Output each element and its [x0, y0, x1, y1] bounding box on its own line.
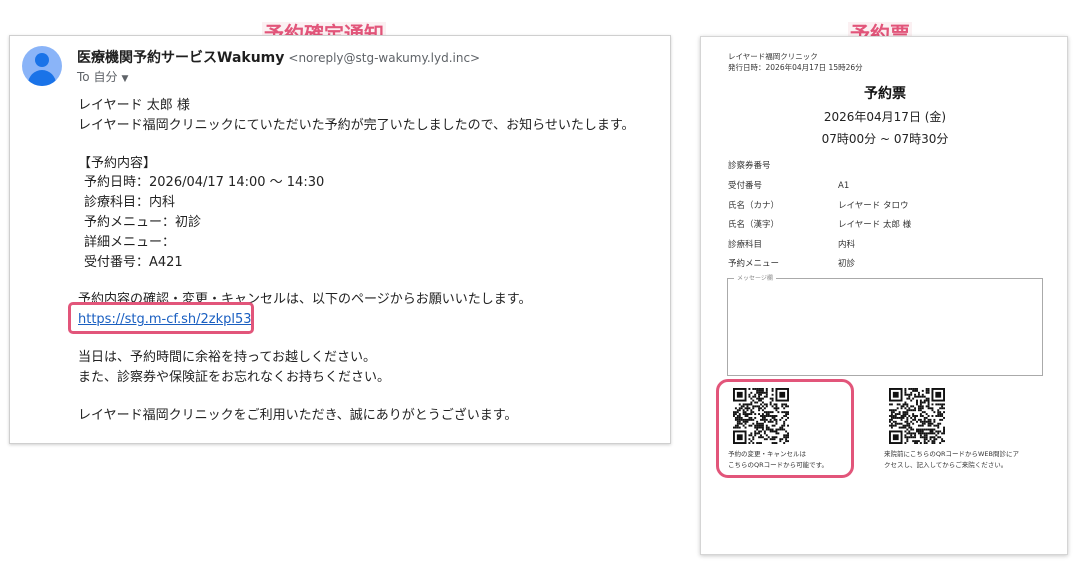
greeting: レイヤード 太郎 様 [78, 98, 190, 113]
ticket-row: 受付番号 A1 [728, 181, 850, 191]
email-body: レイヤード 太郎 様 レイヤード福岡クリニックにていただいた予約が完了いたしまし… [78, 96, 658, 425]
link-highlight [68, 302, 254, 334]
intro-text: レイヤード福岡クリニックにていただいた予約が完了いたしましたので、お知らせいたし… [78, 117, 635, 133]
detail-line: 診療科目：内科 [84, 195, 176, 211]
caret-down-icon[interactable]: ▼ [121, 74, 128, 84]
detail-line: 詳細メニュー： [84, 234, 176, 250]
message-box: メッセージ欄 [727, 273, 1043, 376]
detail-line: 予約日時：2026/04/17 14:00 〜 14:30 [84, 175, 325, 191]
ticket-row: 予約メニュー 初診 [728, 259, 856, 269]
qr-highlight [716, 379, 854, 478]
message-label: メッセージ欄 [734, 273, 776, 282]
sender-address: <noreply@stg-wakumy.lyd.inc> [288, 51, 481, 65]
details-heading: 【予約内容】 [78, 155, 157, 171]
detail-line: 予約メニュー：初診 [84, 214, 202, 230]
ticket-row: 診察券番号 [728, 161, 771, 171]
sender: 医療機関予約サービスWakumy <noreply@stg-wakumy.lyd.… [77, 47, 480, 67]
sender-name[interactable]: 医療機関予約サービスWakumy [77, 50, 284, 66]
avatar[interactable] [22, 46, 62, 86]
recipient-label: To 自分 [77, 70, 118, 84]
email-panel: 医療機関予約サービスWakumy <noreply@stg-wakumy.lyd.… [9, 35, 671, 444]
ticket-row: 氏名（カナ） レイヤード タロウ [728, 201, 909, 211]
ticket-issued: 発行日時：2026年04月17日 15時26分 [728, 63, 863, 72]
notice-line: また、診察券や保険証をお忘れなくお持ちください。 [78, 369, 391, 385]
ticket-clinic: レイヤード福岡クリニック [728, 52, 818, 61]
notice-line: 当日は、予約時間に余裕を持ってお越しください。 [78, 349, 376, 365]
recipient-line[interactable]: To 自分 ▼ [77, 68, 128, 85]
ticket-row: 氏名（漢字） レイヤード 太郎 様 [728, 220, 912, 230]
qr-code-icon [889, 388, 945, 444]
ticket-row: 診療科目 内科 [728, 240, 856, 250]
ticket-date: 2026年04月17日 (金) [823, 110, 947, 124]
detail-line: 受付番号：A421 [84, 254, 183, 270]
ticket-title: 予約票 [864, 86, 906, 102]
ticket-time: 07時00分 ~ 07時30分 [821, 132, 949, 146]
closing-text: レイヤード福岡クリニックをご利用いただき、誠にありがとうございます。 [78, 407, 518, 423]
qr-questionnaire-caption: 来院前にこちらのQRコードからWEB問診にア クセスし、記入してからご来院くださ… [884, 450, 1019, 469]
